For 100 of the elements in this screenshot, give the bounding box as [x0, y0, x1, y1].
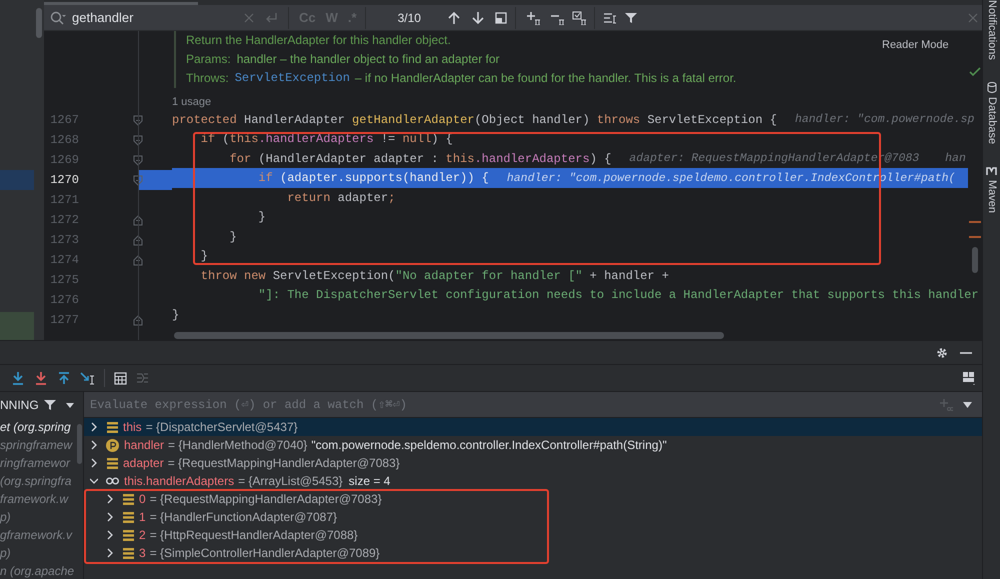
code-line: } [200, 248, 208, 266]
step-out-icon[interactable] [57, 371, 71, 385]
trace-icon[interactable] [136, 372, 149, 384]
stack-frame[interactable]: p) [0, 508, 75, 526]
variable-row[interactable]: handler = {HandlerMethod@7040} "com.powernode.speldemo.controller.IndexController#path(String)" [84, 436, 982, 454]
variable-row[interactable]: 1 = {HandlerFunctionAdapter@7087} [84, 508, 982, 526]
variable-row[interactable]: this = {DispatcherServlet@5437} [84, 418, 982, 436]
variable-value: = {HandlerFunctionAdapter@7087} [150, 509, 337, 526]
field-icon [123, 494, 134, 504]
maven-icon [986, 166, 997, 176]
search-query[interactable]: gethandler [72, 8, 240, 28]
variable-value: = {SimpleControllerHandlerAdapter@7089} [150, 545, 380, 562]
variable-name: 1 [139, 509, 146, 526]
search-icon[interactable] [50, 10, 66, 24]
code-line: return adapter; [286, 190, 396, 207]
code-line: } [257, 209, 266, 226]
scrollbar-thumb[interactable] [972, 247, 978, 273]
scrollbar-thumb[interactable] [76, 424, 82, 464]
line-number: 1267 [49, 112, 79, 129]
window-icon[interactable] [494, 12, 507, 24]
line-number: 1274 [49, 252, 79, 269]
variable-row[interactable]: 3 = {SimpleControllerHandlerAdapter@7089} [84, 544, 982, 562]
field-icon [123, 512, 134, 522]
calculator-icon[interactable] [114, 372, 127, 384]
scrollbar-thumb[interactable] [36, 8, 42, 38]
fold-icon[interactable] [133, 174, 143, 186]
watch-input[interactable]: Evaluate expression (⏎) or add a watch (⇧⌘⏎) [90, 396, 939, 414]
watch-field[interactable]: Evaluate expression (⏎) or add a watch (⇧⌘⏎) [84, 392, 982, 418]
variable-row[interactable]: 2 = {HttpRequestHandlerAdapter@7088} [84, 526, 982, 544]
filter-lines-icon[interactable] [602, 12, 617, 24]
line-number: 1270 [49, 172, 79, 189]
variable-row[interactable]: this.handlerAdapters = {ArrayList@5453} size = 4 [84, 472, 982, 490]
stack-frame[interactable]: et (org.spring [0, 418, 75, 436]
variable-name: this.handlerAdapters [124, 473, 234, 490]
database-icon [986, 82, 996, 93]
fold-icon[interactable] [133, 214, 143, 226]
variable-name: handler [124, 437, 164, 454]
stack-frame[interactable]: n (org.apache [0, 562, 75, 579]
stack-frame[interactable]: gframework.v [0, 526, 75, 544]
reader-mode-label[interactable]: Reader Mode [882, 37, 949, 54]
variable-value: = {DispatcherServlet@5437} [146, 419, 298, 436]
variable-name: adapter [123, 455, 164, 472]
match-count: 3/10 [398, 10, 421, 26]
down-arrow-icon[interactable] [470, 10, 485, 24]
line-number: 1277 [49, 312, 79, 329]
doc-text: handler – the handler object to find an adapter for [236, 51, 500, 68]
run-to-cursor-icon[interactable] [80, 371, 96, 385]
tool-window-tab[interactable]: Maven [983, 180, 1000, 214]
dropdown-icon[interactable] [963, 402, 972, 408]
usages-link[interactable]: 1 usage [172, 94, 212, 110]
inline-hint: handler: "com.powernode.sp [794, 112, 974, 128]
line-number: 1268 [49, 132, 79, 149]
stack-frame[interactable]: springframew [0, 436, 75, 454]
fold-icon[interactable] [133, 314, 143, 326]
glasses-icon [106, 477, 119, 485]
code-line: protected HandlerAdapter getHandlerAdapter(Object handler) throws ServletException { [172, 112, 777, 129]
layout-icon[interactable] [962, 371, 976, 385]
code-line: for (HandlerAdapter adapter : this.handlerAdapters) { [228, 150, 612, 168]
stack-frame[interactable]: p) [0, 544, 75, 562]
fold-icon[interactable] [133, 154, 143, 166]
fold-icon[interactable] [133, 114, 143, 126]
fold-icon[interactable] [133, 134, 143, 146]
code-line: "]: The DispatcherServlet configuration needs to include a HandlerAdapter that supports this handler [257, 287, 979, 304]
select-all-occurrences-icon[interactable] [572, 10, 588, 24]
stack-frame[interactable]: ringframewor [0, 454, 75, 472]
dropdown-icon[interactable] [66, 402, 74, 408]
code-line: } [172, 306, 180, 324]
scrollbar-thumb[interactable] [174, 332, 724, 339]
settings-icon[interactable] [936, 346, 948, 358]
variable-name: this [123, 419, 142, 436]
code-line: } [228, 228, 237, 246]
stack-frame[interactable]: (org.springfra [0, 472, 75, 490]
field-icon [123, 548, 134, 558]
highlighted-tree-row [0, 312, 34, 340]
force-step-into-icon[interactable] [34, 371, 48, 385]
string-value: "com.powernode.speldemo.controller.IndexController#path(String)" [311, 437, 667, 454]
doc-link[interactable]: ServletException [234, 69, 350, 88]
fold-icon[interactable] [133, 234, 143, 246]
field-icon [107, 458, 118, 468]
variable-value: = {HandlerMethod@7040} [168, 437, 308, 454]
tool-window-tab[interactable]: Database [983, 96, 1000, 144]
up-arrow-icon[interactable] [446, 10, 461, 24]
variable-value: = {ArrayList@5453} [238, 473, 343, 490]
variable-name: 0 [139, 491, 146, 508]
stack-frame[interactable]: framework.w [0, 490, 75, 508]
line-number: 1271 [49, 192, 79, 209]
minimize-icon[interactable] [960, 350, 972, 354]
filter-icon[interactable] [624, 12, 637, 24]
filter-icon[interactable] [44, 399, 56, 411]
variable-row[interactable]: adapter = {RequestMappingHandlerAdapter@7083} [84, 454, 982, 472]
inline-hint: han [945, 151, 966, 168]
code-line: if (adapter.supports(handler)) { [257, 170, 489, 188]
tool-window-tab[interactable]: Notifications [983, 0, 1000, 60]
variable-value: = {HttpRequestHandlerAdapter@7088} [150, 527, 358, 544]
fold-icon[interactable] [133, 254, 143, 266]
variable-row[interactable]: 0 = {RequestMappingHandlerAdapter@7083} [84, 490, 982, 508]
add-occurrence-icon[interactable] [526, 10, 542, 24]
thread-label[interactable]: NNING [0, 396, 39, 414]
check-icon [969, 67, 981, 77]
step-into-icon[interactable] [11, 371, 25, 385]
